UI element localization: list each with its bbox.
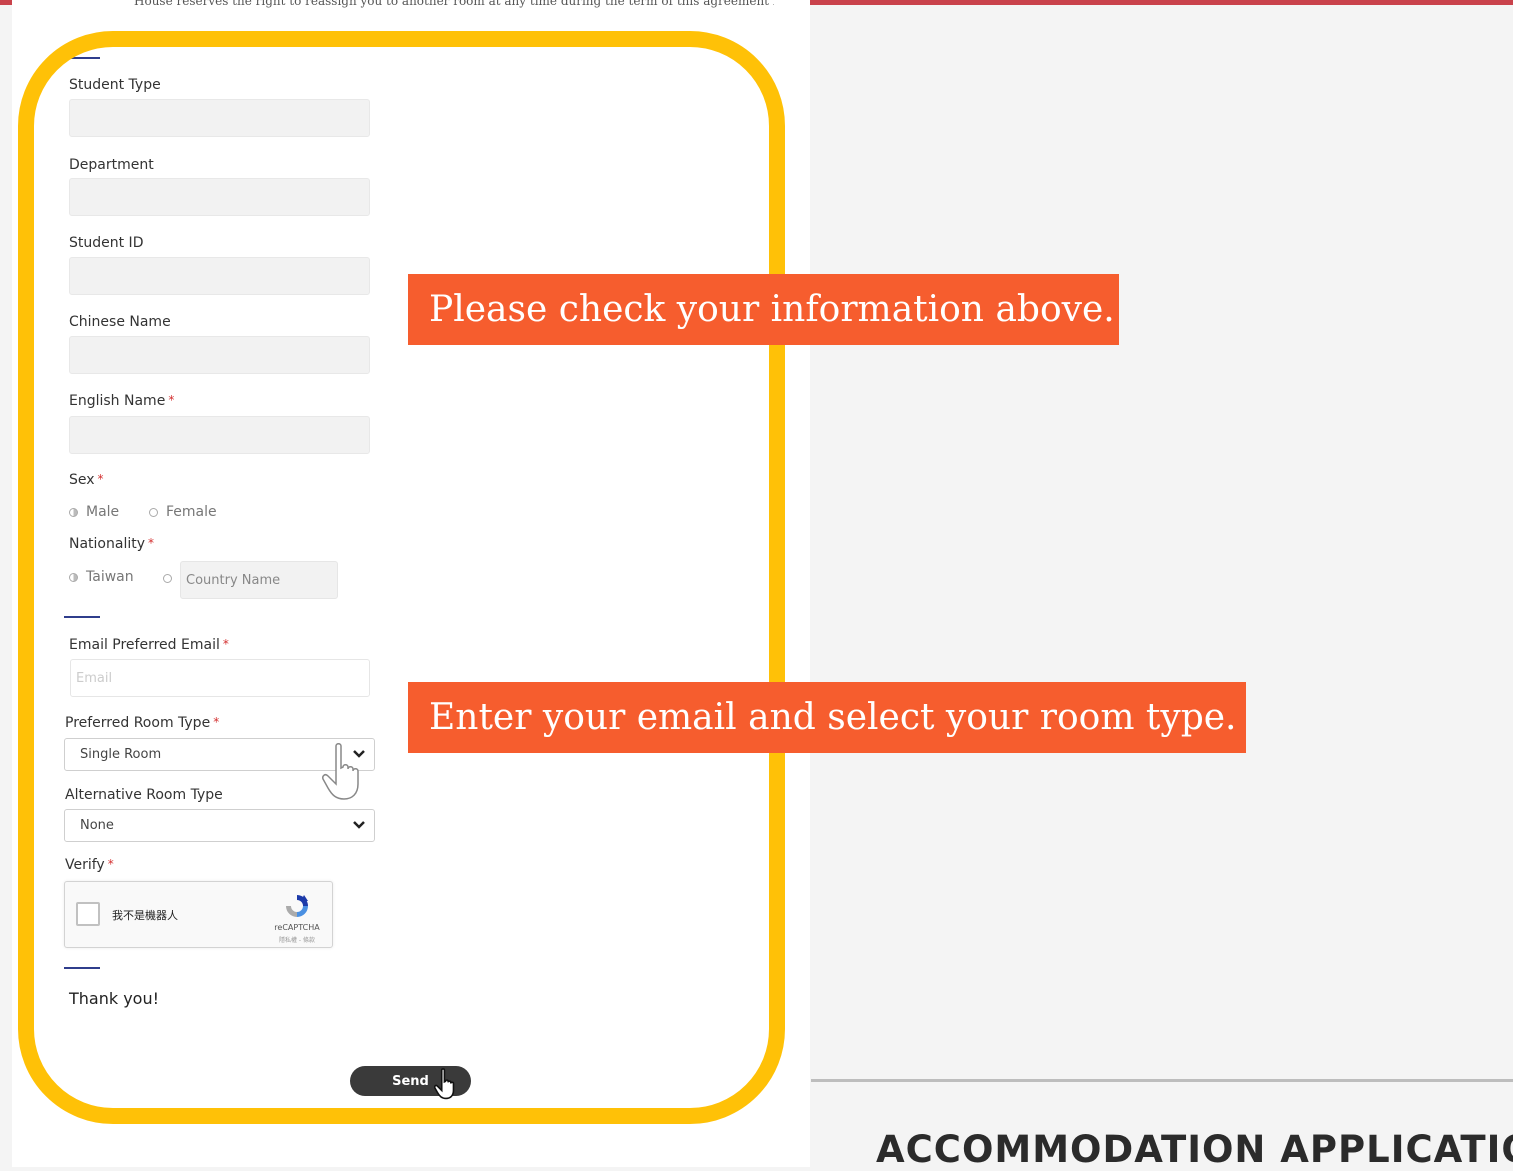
- page-heading: ACCOMMODATION APPLICATIO: [876, 1128, 1513, 1171]
- agreement-text-clipped: House reserves the right to reassign you…: [134, 0, 774, 8]
- section-divider: [64, 616, 100, 618]
- required-marker: *: [97, 472, 104, 486]
- chevron-down-icon: [353, 821, 365, 829]
- section-divider: [64, 967, 100, 969]
- chinese-name-field[interactable]: [69, 336, 370, 374]
- chinese-name-label: Chinese Name: [69, 314, 171, 330]
- email-label-text: Email Preferred Email: [69, 637, 220, 653]
- required-marker: *: [168, 393, 175, 407]
- student-id-field[interactable]: [69, 257, 370, 295]
- recaptcha-brand: reCAPTCHA: [274, 923, 320, 932]
- section-divider-right: [811, 1079, 1513, 1082]
- recaptcha-widget: 我不是機器人 reCAPTCHA 隱私權 - 條款: [64, 881, 333, 948]
- country-name-input[interactable]: [180, 561, 338, 599]
- callout-email-room: Enter your email and select your room ty…: [408, 682, 1246, 753]
- alternative-room-label: Alternative Room Type: [65, 787, 223, 803]
- verify-label-text: Verify: [65, 857, 105, 873]
- hand-cursor-icon: [322, 743, 359, 800]
- required-marker: *: [222, 637, 229, 651]
- student-type-field[interactable]: [69, 99, 370, 137]
- required-marker: *: [107, 857, 114, 871]
- thank-you-text: Thank you!: [69, 989, 160, 1008]
- english-name-label-text: English Name: [69, 393, 166, 409]
- department-label: Department: [69, 157, 154, 173]
- alternative-room-value: None: [80, 818, 114, 833]
- sex-option-female-label: Female: [166, 504, 217, 520]
- student-type-label: Student Type: [69, 77, 161, 93]
- sex-option-female[interactable]: Female: [149, 504, 217, 520]
- english-name-label: English Name *: [69, 393, 174, 409]
- callout-check-info: Please check your information above.: [408, 274, 1119, 345]
- sex-label: Sex *: [69, 472, 104, 488]
- preferred-room-label: Preferred Room Type *: [65, 715, 219, 731]
- recaptcha-logo-icon: [286, 895, 308, 917]
- email-input[interactable]: [70, 659, 370, 697]
- recaptcha-checkbox[interactable]: [76, 902, 100, 926]
- alternative-room-select[interactable]: None: [64, 809, 375, 842]
- preferred-room-value: Single Room: [80, 747, 162, 762]
- nationality-option-other-radio[interactable]: [163, 574, 172, 583]
- radio-button[interactable]: [69, 572, 78, 582]
- required-marker: *: [213, 715, 220, 729]
- sex-option-male-label: Male: [86, 504, 120, 520]
- hand-cursor-icon: [434, 1068, 455, 1100]
- student-id-label: Student ID: [69, 235, 144, 251]
- radio-button[interactable]: [69, 507, 78, 517]
- nationality-option-taiwan-label: Taiwan: [86, 569, 134, 585]
- radio-button[interactable]: [149, 507, 158, 517]
- nationality-label: Nationality *: [69, 536, 154, 552]
- sex-option-male[interactable]: Male: [69, 504, 119, 520]
- english-name-field[interactable]: [69, 416, 370, 454]
- nationality-option-taiwan[interactable]: Taiwan: [69, 569, 134, 585]
- preferred-room-label-text: Preferred Room Type: [65, 715, 211, 731]
- recaptcha-text: 我不是機器人: [112, 909, 178, 922]
- sex-label-text: Sex: [69, 472, 95, 488]
- department-field[interactable]: [69, 178, 370, 216]
- recaptcha-terms[interactable]: 隱私權 - 條款: [266, 935, 328, 944]
- verify-label: Verify *: [65, 857, 114, 873]
- section-divider: [64, 57, 100, 59]
- email-label: Email Preferred Email *: [69, 637, 229, 653]
- nationality-label-text: Nationality: [69, 536, 146, 552]
- required-marker: *: [148, 536, 155, 550]
